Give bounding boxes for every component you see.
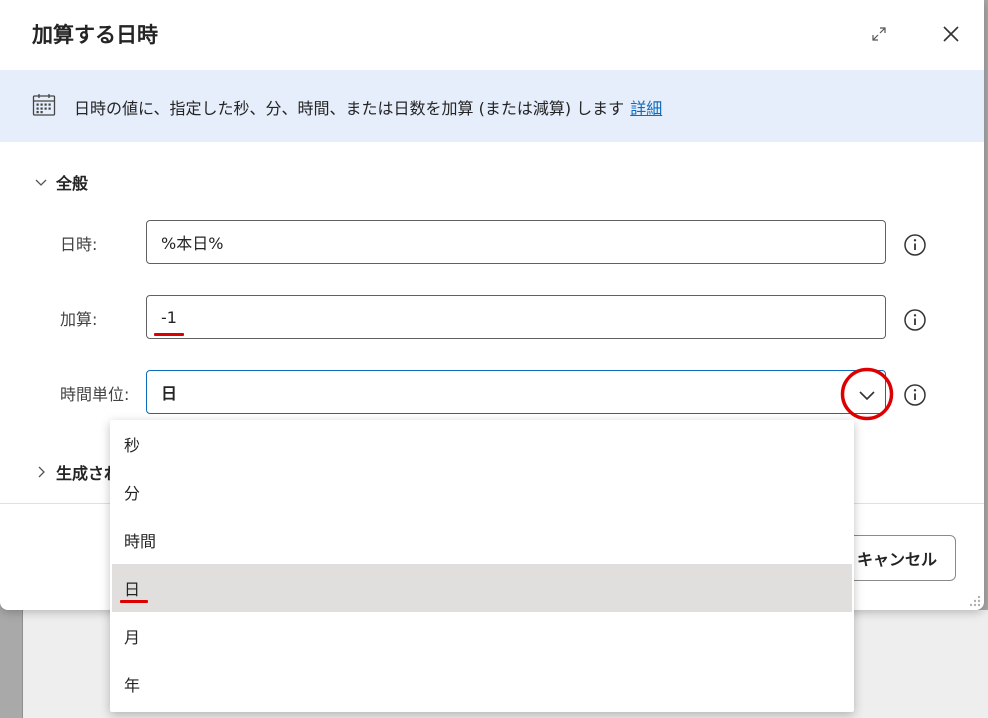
info-banner: 日時の値に、指定した秒、分、時間、または日数を加算 (または減算) します 詳細	[0, 70, 984, 142]
calendar-icon	[32, 94, 56, 116]
chevron-down-icon	[35, 179, 47, 186]
section-generated-toggle[interactable]: 生成され	[34, 460, 120, 484]
dropdown-option[interactable]: 月	[110, 612, 854, 660]
unit-label: 時間単位:	[60, 385, 130, 404]
dropdown-option[interactable]: 年	[110, 660, 854, 708]
banner-description: 日時の値に、指定した秒、分、時間、または日数を加算 (または減算) します	[74, 99, 625, 118]
dropdown-option[interactable]: 分	[110, 468, 854, 516]
cancel-button[interactable]: キャンセル	[838, 535, 956, 581]
add-label: 加算:	[60, 310, 98, 329]
time-unit-dropdown-list: 秒 分 時間 日 月 年	[110, 420, 854, 712]
dropdown-option[interactable]: 秒	[110, 420, 854, 468]
datetime-input[interactable]: %本日%	[146, 220, 886, 264]
red-annotation-underline	[154, 333, 184, 336]
banner-text: 日時の値に、指定した秒、分、時間、または日数を加算 (または減算) します 詳細	[74, 95, 662, 119]
info-icon[interactable]	[903, 383, 927, 407]
dropdown-option-selected[interactable]: 日	[112, 564, 852, 612]
dropdown-option[interactable]: 時間	[110, 516, 854, 564]
red-annotation-circle	[840, 367, 894, 421]
time-unit-select[interactable]: 日	[146, 370, 886, 414]
close-button[interactable]	[937, 20, 965, 48]
chevron-right-icon	[38, 466, 45, 478]
dropdown-option-label: 日	[124, 580, 141, 599]
add-amount-input[interactable]: -1	[146, 295, 886, 339]
datetime-label: 日時:	[60, 235, 98, 254]
section-general-toggle[interactable]: 全般	[34, 170, 88, 194]
close-icon	[943, 26, 959, 42]
red-annotation-underline	[120, 600, 148, 603]
info-icon[interactable]	[903, 233, 927, 257]
dialog-title: 加算する日時	[32, 23, 158, 47]
time-unit-value: 日	[161, 384, 178, 403]
section-general-label: 全般	[56, 174, 89, 193]
expand-button[interactable]	[866, 22, 892, 46]
info-icon[interactable]	[903, 308, 927, 332]
details-link[interactable]: 詳細	[630, 99, 662, 118]
expand-icon	[872, 27, 886, 41]
resize-grip-icon[interactable]	[966, 594, 982, 608]
